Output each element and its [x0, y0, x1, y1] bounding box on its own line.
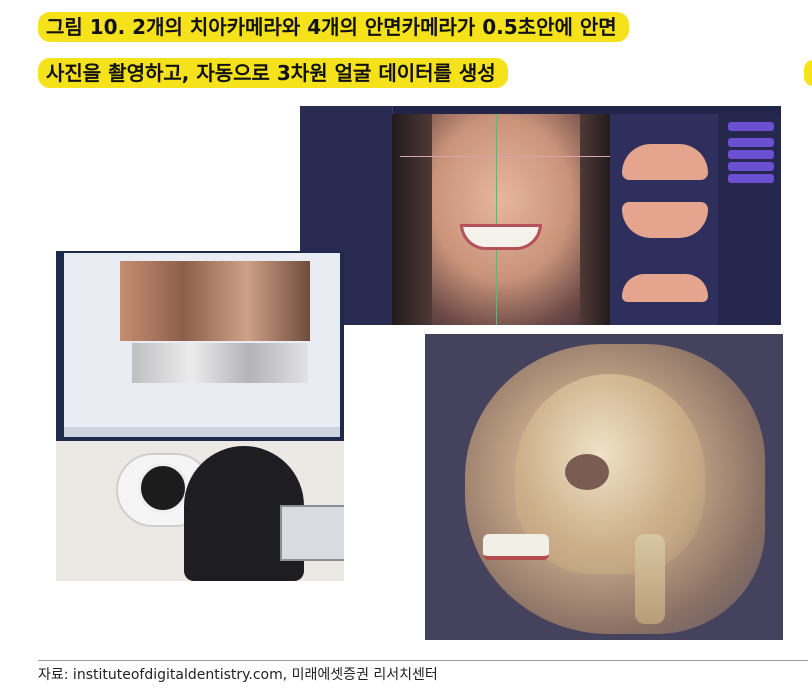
app-button — [728, 150, 774, 159]
guide-line-vertical — [496, 114, 497, 325]
captured-face-images — [120, 261, 310, 341]
source-caption: 자료: instituteofdigitaldentistry.com, 미래에… — [38, 660, 808, 686]
cervical-spine — [635, 534, 665, 624]
app-button — [728, 138, 774, 147]
side-arch-model — [622, 274, 708, 302]
app-button — [728, 174, 774, 183]
hair-right — [580, 114, 610, 325]
lower-arch-model — [622, 202, 708, 238]
upper-arch-model — [622, 144, 708, 180]
figure-title-line-2: 사진을 촬영하고, 자동으로 3차원 얼굴 데이터를 생성 — [38, 58, 508, 88]
hair-left — [392, 114, 432, 325]
guide-line-horizontal — [400, 156, 610, 157]
3d-skull-overlay-photo — [425, 334, 783, 640]
face-scanner-kiosk-photo — [56, 251, 344, 581]
smile-teeth-overlay — [460, 224, 542, 250]
camera-lens — [138, 463, 188, 513]
app-button — [728, 122, 774, 131]
figure-title-line-1: 그림 10. 2개의 치아카메라와 4개의 안면카메라가 0.5초안에 안면 — [38, 12, 629, 42]
eye-socket — [565, 454, 609, 490]
app-button — [728, 162, 774, 171]
highlight-edge-decoration — [804, 60, 812, 86]
laptop — [280, 505, 344, 561]
teeth — [483, 534, 549, 560]
dental-software-photo — [300, 106, 781, 325]
taskbar — [64, 427, 340, 437]
captured-teeth-images — [132, 343, 308, 383]
